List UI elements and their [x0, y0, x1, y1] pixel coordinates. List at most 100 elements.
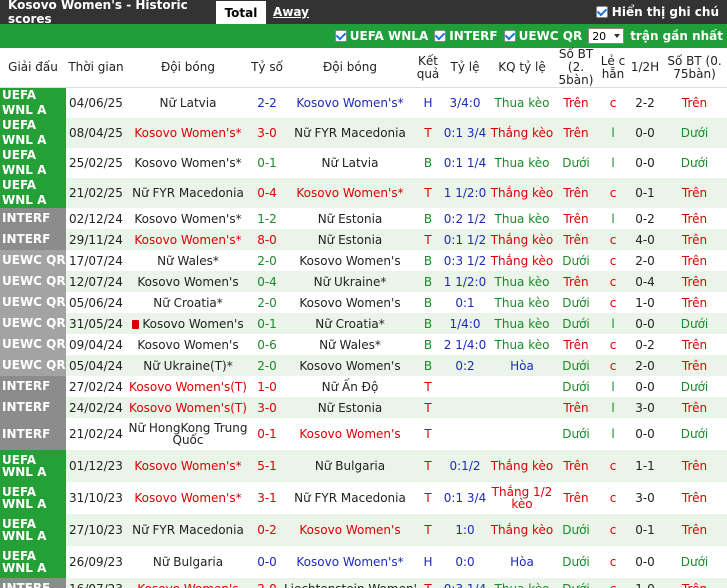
match-score[interactable]: 0-1 [250, 313, 284, 334]
table-row[interactable]: UEWC QR 12/07/24 Kosovo Women's 0-4 Nữ Ukrai… [0, 271, 727, 292]
table-row[interactable]: UEWC QR 17/07/24 Nữ Wales* 2-0 Kosovo Women'… [0, 250, 727, 271]
table-row[interactable]: INTERF 21/02/24 Nữ HongKong Trung Quốc 0-1 K… [0, 418, 727, 450]
match-score[interactable]: 3-0 [250, 118, 284, 148]
home-team[interactable]: Kosovo Women's(T) [126, 376, 250, 397]
match-score[interactable]: 2-0 [250, 355, 284, 376]
league-badge[interactable]: INTERF [0, 578, 66, 588]
filter-interf[interactable]: INTERF [434, 29, 498, 43]
league-badge[interactable]: UEWC QR [0, 355, 66, 376]
home-team[interactable]: Nữ Ukraine(T)* [126, 355, 250, 376]
home-team[interactable]: Nữ Bulgaria [126, 546, 250, 578]
league-badge[interactable]: INTERF [0, 229, 66, 250]
match-score[interactable]: 2-0 [250, 250, 284, 271]
away-team[interactable]: Nữ Ukraine* [284, 271, 416, 292]
away-team[interactable]: Nữ FYR Macedonia [284, 482, 416, 514]
away-team[interactable]: Nữ FYR Macedonia [284, 118, 416, 148]
table-row[interactable]: INTERF 29/11/24 Kosovo Women's* 8-0 Nữ Eston… [0, 229, 727, 250]
home-team[interactable]: Nữ HongKong Trung Quốc [126, 418, 250, 450]
home-team[interactable]: Nữ FYR Macedonia [126, 178, 250, 208]
show-notes-checkbox[interactable] [595, 6, 608, 18]
home-team[interactable]: Kosovo Women's* [126, 148, 250, 178]
league-badge[interactable]: UEWC QR [0, 250, 66, 271]
away-team[interactable]: Kosovo Women's [284, 292, 416, 313]
league-badge[interactable]: UEFA WNL A [0, 514, 66, 546]
home-team[interactable]: Kosovo Women's(T) [126, 397, 250, 418]
away-team[interactable]: Nữ Bulgaria [284, 450, 416, 482]
away-team[interactable]: Kosovo Women's* [284, 87, 416, 118]
table-row[interactable]: INTERF 02/12/24 Kosovo Women's* 1-2 Nữ Eston… [0, 208, 727, 229]
match-score[interactable]: 1-2 [250, 208, 284, 229]
league-badge[interactable]: UEFA WNL A [0, 178, 66, 208]
match-score[interactable]: 0-4 [250, 271, 284, 292]
table-row[interactable]: UEFA WNL A 04/06/25 Nữ Latvia 2-2 Kosovo Wom… [0, 87, 727, 118]
home-team[interactable]: Nữ Wales* [126, 250, 250, 271]
filter-interf-checkbox[interactable] [434, 30, 447, 42]
away-team[interactable]: Kosovo Women's* [284, 546, 416, 578]
table-row[interactable]: INTERF 27/02/24 Kosovo Women's(T) 1-0 Nữ Ấn … [0, 376, 727, 397]
home-team[interactable]: Kosovo Women's [126, 578, 250, 588]
home-team[interactable]: Nữ Latvia [126, 87, 250, 118]
league-badge[interactable]: UEFA WNL A [0, 148, 66, 178]
table-row[interactable]: UEFA WNL A 08/04/25 Kosovo Women's* 3-0 Nữ F… [0, 118, 727, 148]
league-badge[interactable]: INTERF [0, 397, 66, 418]
match-count-select[interactable]: 20 [588, 28, 625, 44]
match-score[interactable]: 0-1 [250, 148, 284, 178]
filter-uefa-wnla-checkbox[interactable] [334, 30, 347, 42]
show-notes-toggle[interactable]: Hiển thị ghi chú [595, 0, 719, 24]
match-score[interactable]: 0-1 [250, 418, 284, 450]
home-team[interactable]: Nữ Croatia* [126, 292, 250, 313]
match-score[interactable]: 3-0 [250, 397, 284, 418]
table-row[interactable]: UEFA WNL A 26/09/23 Nữ Bulgaria 0-0 Kosovo W… [0, 546, 727, 578]
tab-total[interactable]: Total [216, 1, 266, 24]
league-badge[interactable]: INTERF [0, 418, 66, 450]
league-badge[interactable]: UEFA WNL A [0, 450, 66, 482]
table-row[interactable]: UEWC QR 05/06/24 Nữ Croatia* 2-0 Kosovo Wome… [0, 292, 727, 313]
match-score[interactable]: 0-0 [250, 546, 284, 578]
away-team[interactable]: Nữ Wales* [284, 334, 416, 355]
league-badge[interactable]: INTERF [0, 208, 66, 229]
away-team[interactable]: Nữ Estonia [284, 229, 416, 250]
table-row[interactable]: UEFA WNL A 01/12/23 Kosovo Women's* 5-1 Nữ B… [0, 450, 727, 482]
home-team[interactable]: Nữ FYR Macedonia [126, 514, 250, 546]
table-row[interactable]: UEFA WNL A 27/10/23 Nữ FYR Macedonia 0-2 Kos… [0, 514, 727, 546]
tab-away[interactable]: Away [266, 0, 316, 24]
filter-uewc-qr-checkbox[interactable] [503, 30, 516, 42]
away-team[interactable]: Nữ Croatia* [284, 313, 416, 334]
table-row[interactable]: INTERF16/07/23Kosovo Women's2-0Liechtens… [0, 578, 727, 588]
table-row[interactable]: UEFA WNL A 21/02/25 Nữ FYR Macedonia 0-4 Kos… [0, 178, 727, 208]
league-badge[interactable]: UEFA WNL A [0, 87, 66, 118]
league-badge[interactable]: UEFA WNL A [0, 118, 66, 148]
league-badge[interactable]: INTERF [0, 376, 66, 397]
match-score[interactable]: 0-2 [250, 514, 284, 546]
home-team[interactable]: Kosovo Women's [126, 271, 250, 292]
table-row[interactable]: UEFA WNL A 25/02/25 Kosovo Women's* 0-1 Nữ L… [0, 148, 727, 178]
table-row[interactable]: UEWC QR 09/04/24 Kosovo Women's 0-6 Nữ Wales… [0, 334, 727, 355]
table-row[interactable]: INTERF 24/02/24 Kosovo Women's(T) 3-0 Nữ Est… [0, 397, 727, 418]
match-score[interactable]: 2-0 [250, 292, 284, 313]
match-score[interactable]: 1-0 [250, 376, 284, 397]
away-team[interactable]: Nữ Estonia [284, 397, 416, 418]
match-score[interactable]: 3-1 [250, 482, 284, 514]
match-score[interactable]: 5-1 [250, 450, 284, 482]
league-badge[interactable]: UEFA WNL A [0, 546, 66, 578]
match-score[interactable]: 0-4 [250, 178, 284, 208]
match-score[interactable]: 8-0 [250, 229, 284, 250]
away-team[interactable]: Nữ Ấn Độ [284, 376, 416, 397]
home-team[interactable]: Kosovo Women's* [126, 208, 250, 229]
away-team[interactable]: Nữ Latvia [284, 148, 416, 178]
home-team[interactable]: Kosovo Women's* [126, 450, 250, 482]
league-badge[interactable]: UEWC QR [0, 313, 66, 334]
league-badge[interactable]: UEWC QR [0, 271, 66, 292]
league-badge[interactable]: UEWC QR [0, 334, 66, 355]
table-row[interactable]: UEWC QR 31/05/24 Kosovo Women's 0-1 Nữ Croat… [0, 313, 727, 334]
table-row[interactable]: UEWC QR 05/04/24 Nữ Ukraine(T)* 2-0 Kosovo W… [0, 355, 727, 376]
away-team[interactable]: Kosovo Women's [284, 355, 416, 376]
match-score[interactable]: 2-2 [250, 87, 284, 118]
home-team[interactable]: Kosovo Women's* [126, 482, 250, 514]
match-score[interactable]: 2-0 [250, 578, 284, 588]
home-team[interactable]: Kosovo Women's [126, 334, 250, 355]
home-team[interactable]: Kosovo Women's [126, 313, 250, 334]
away-team[interactable]: Nữ Estonia [284, 208, 416, 229]
away-team[interactable]: Kosovo Women's [284, 250, 416, 271]
home-team[interactable]: Kosovo Women's* [126, 118, 250, 148]
